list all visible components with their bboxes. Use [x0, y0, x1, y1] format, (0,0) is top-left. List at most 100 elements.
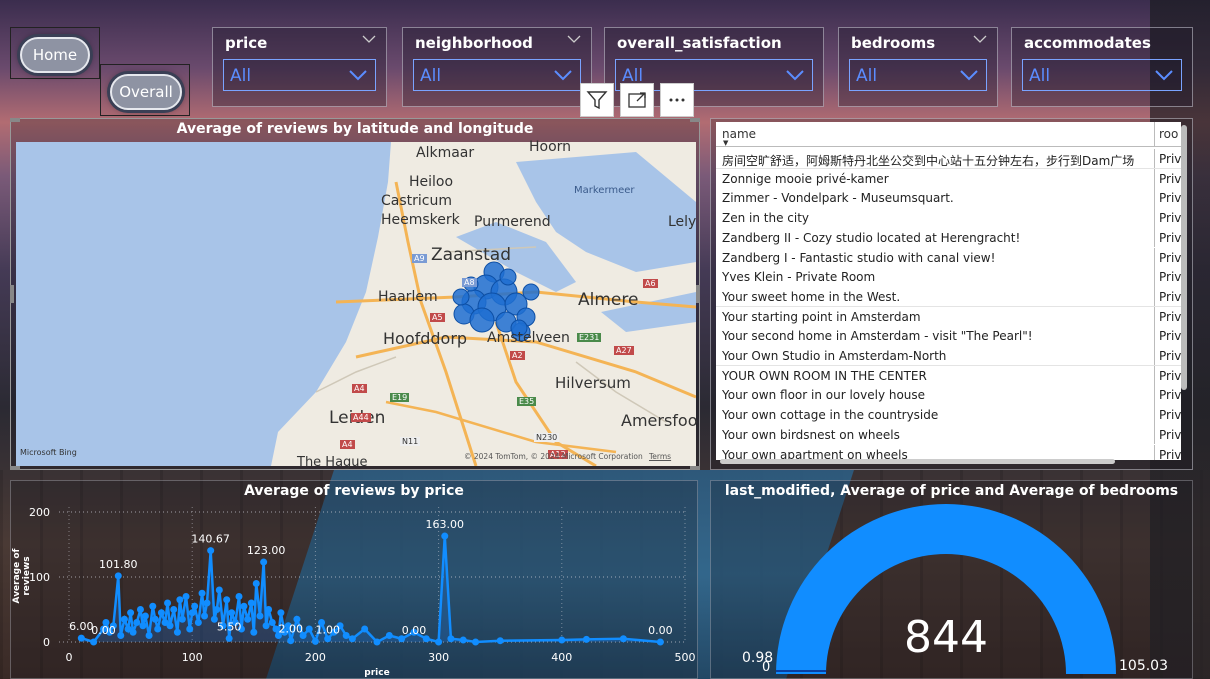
- column-separator: [1154, 346, 1155, 365]
- x-tick-label: 200: [305, 651, 326, 664]
- data-point: [277, 609, 285, 617]
- cell-room-type: Priv: [1159, 152, 1181, 166]
- data-point: [90, 638, 98, 646]
- chevron-down-icon[interactable]: [567, 34, 581, 44]
- table-row[interactable]: Your sweet home in the West. Priv: [716, 286, 1181, 307]
- table-row[interactable]: Your second home in Amsterdam - visit "T…: [716, 326, 1181, 346]
- slicer-price[interactable]: price All: [212, 27, 387, 107]
- gauge-max-label: 105.03: [1119, 658, 1168, 674]
- gauge-value: 844: [904, 612, 988, 663]
- cell-name: Yves Klein - Private Room: [722, 270, 876, 285]
- data-point: [127, 609, 135, 617]
- resize-handle[interactable]: [696, 285, 700, 303]
- data-point: [77, 634, 85, 642]
- resize-handle[interactable]: [10, 466, 20, 470]
- table-row[interactable]: Zimmer - Vondelpark - Museumsquart. Priv: [716, 188, 1181, 209]
- chevron-down-icon: [786, 70, 804, 81]
- table-row[interactable]: Your starting point in Amsterdam Priv: [716, 306, 1181, 327]
- chevron-down-icon[interactable]: [362, 34, 376, 44]
- table-row[interactable]: YOUR OWN ROOM IN THE CENTER Priv: [716, 365, 1181, 386]
- chevron-down-icon: [1155, 70, 1173, 81]
- resize-handle[interactable]: [690, 466, 700, 470]
- resize-handle[interactable]: [10, 118, 20, 122]
- data-point: [139, 622, 147, 630]
- focus-mode-button[interactable]: [620, 83, 654, 117]
- column-separator: [1154, 149, 1155, 168]
- cell-name: Your own birdsnest on wheels: [722, 427, 900, 442]
- horizontal-scrollbar[interactable]: [720, 459, 1115, 464]
- slicer-dropdown[interactable]: All: [1022, 59, 1182, 91]
- data-point: [558, 636, 566, 644]
- chevron-down-icon: [960, 70, 978, 81]
- slicer-dropdown[interactable]: All: [849, 59, 987, 91]
- slicer-bedrooms[interactable]: bedrooms All: [838, 27, 998, 107]
- table-row[interactable]: Zonnige mooie privé-kamer Priv: [716, 168, 1181, 189]
- x-axis-title: price: [364, 668, 389, 678]
- slicer-neighborhood[interactable]: neighborhood All: [402, 27, 592, 107]
- table-row[interactable]: Zen in the city Priv: [716, 208, 1181, 228]
- data-point: [287, 637, 295, 645]
- column-separator: [1154, 247, 1155, 268]
- data-point: [207, 547, 215, 555]
- table-row[interactable]: Your own cottage in the countryside Priv: [716, 405, 1181, 425]
- data-point: [311, 637, 319, 645]
- resize-handle[interactable]: [10, 285, 14, 303]
- table-row[interactable]: Your own floor in our lovely house Priv: [716, 385, 1181, 406]
- table-row[interactable]: Yves Klein - Private Room Priv: [716, 267, 1181, 287]
- more-options-button[interactable]: [660, 83, 694, 117]
- x-tick-label: 400: [551, 651, 572, 664]
- overall-button[interactable]: Overall: [110, 74, 182, 110]
- data-point: [262, 622, 270, 630]
- table-row[interactable]: 房间空旷舒适，阿姆斯特丹北坐公交到中心站十五分钟左右，步行到Dam广场 Priv: [716, 149, 1181, 169]
- data-point: [447, 635, 455, 643]
- data-point: [117, 632, 125, 639]
- table-row[interactable]: Your own apartment on wheels Priv: [716, 444, 1181, 460]
- vertical-scrollbar[interactable]: [1181, 125, 1187, 390]
- data-point: [151, 615, 159, 623]
- home-button[interactable]: Home: [20, 37, 90, 73]
- gauge-title: last_modified, Average of price and Aver…: [724, 483, 1179, 499]
- map-place: Alkmaar: [416, 145, 475, 161]
- data-point: [203, 599, 211, 607]
- data-point: [201, 612, 209, 620]
- cell-room-type: Priv: [1159, 368, 1181, 383]
- slicer-dropdown[interactable]: All: [223, 59, 376, 91]
- table-row[interactable]: Your own birdsnest on wheels Priv: [716, 424, 1181, 445]
- cell-name: YOUR OWN ROOM IN THE CENTER: [722, 368, 927, 383]
- map-terms-link: Terms: [649, 452, 672, 461]
- map-place: Zaanstad: [431, 245, 511, 265]
- data-point: [191, 602, 199, 610]
- map-place: Amersfoo: [621, 411, 698, 430]
- table-header: name ▼ roo: [716, 122, 1181, 147]
- slicer-value: All: [856, 66, 878, 86]
- slicer-accommodates[interactable]: accommodates All: [1011, 27, 1193, 107]
- map-place: Amstelveen: [487, 330, 570, 346]
- slicer-dropdown[interactable]: All: [413, 59, 581, 91]
- map-place: Heiloo: [409, 174, 454, 190]
- table-grid[interactable]: name ▼ roo 房间空旷舒适，阿姆斯特丹北坐公交到中心站十五分钟左右，步行…: [716, 122, 1181, 460]
- data-point: [373, 638, 381, 646]
- bing-logo: Microsoft Bing: [20, 448, 77, 457]
- table-row[interactable]: Zandberg II - Cozy studio located at Her…: [716, 227, 1181, 248]
- data-label: 5.50: [217, 620, 242, 633]
- road-label: A4: [352, 384, 367, 393]
- data-point: [619, 635, 627, 643]
- chevron-down-icon[interactable]: [973, 34, 987, 44]
- data-point: [133, 619, 141, 626]
- y-tick-label: 200: [29, 506, 50, 519]
- table-row[interactable]: Your Own Studio in Amsterdam-North Priv: [716, 346, 1181, 366]
- data-point: [385, 632, 393, 639]
- column-separator: [1154, 168, 1155, 189]
- column-header-room[interactable]: roo: [1159, 127, 1178, 141]
- filter-button[interactable]: [580, 83, 614, 117]
- data-point: [656, 638, 664, 646]
- more-options-icon: [669, 98, 685, 102]
- table-row[interactable]: Zandberg I - Fantastic studio with canal…: [716, 247, 1181, 268]
- resize-handle[interactable]: [690, 118, 700, 122]
- price-line-chart[interactable]: 0100200 0 100 200 300 400 500 6.000.00101.801…: [0, 479, 700, 679]
- road-label: E19: [390, 393, 410, 402]
- sort-desc-icon[interactable]: ▼: [723, 139, 728, 147]
- cell-room-type: Priv: [1159, 309, 1181, 324]
- column-separator[interactable]: [1154, 122, 1155, 146]
- data-point: [441, 532, 449, 540]
